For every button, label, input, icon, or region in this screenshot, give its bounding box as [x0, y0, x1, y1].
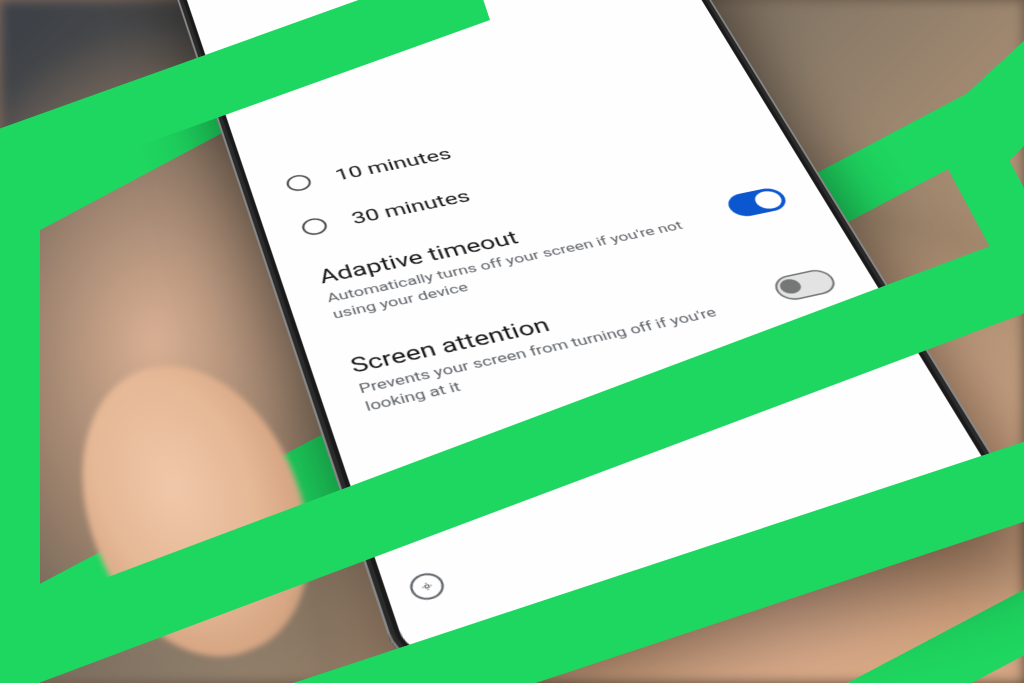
phone-screen: 10 minutes 30 minutes Adaptive timeout A… — [163, 0, 1017, 662]
toggle-screen-attention[interactable] — [770, 266, 840, 302]
phone-frame: 10 minutes 30 minutes Adaptive timeout A… — [153, 0, 1024, 675]
toggle-knob-icon — [777, 277, 805, 295]
toggle-adaptive-timeout[interactable] — [723, 185, 790, 218]
toggle-knob-icon — [751, 189, 785, 211]
radio-label: 30 minutes — [349, 186, 473, 227]
radio-unchecked-icon — [300, 216, 330, 237]
radio-label: 10 minutes — [332, 144, 454, 184]
radio-unchecked-icon — [284, 173, 313, 193]
hand-thumb-overlay — [41, 332, 348, 683]
